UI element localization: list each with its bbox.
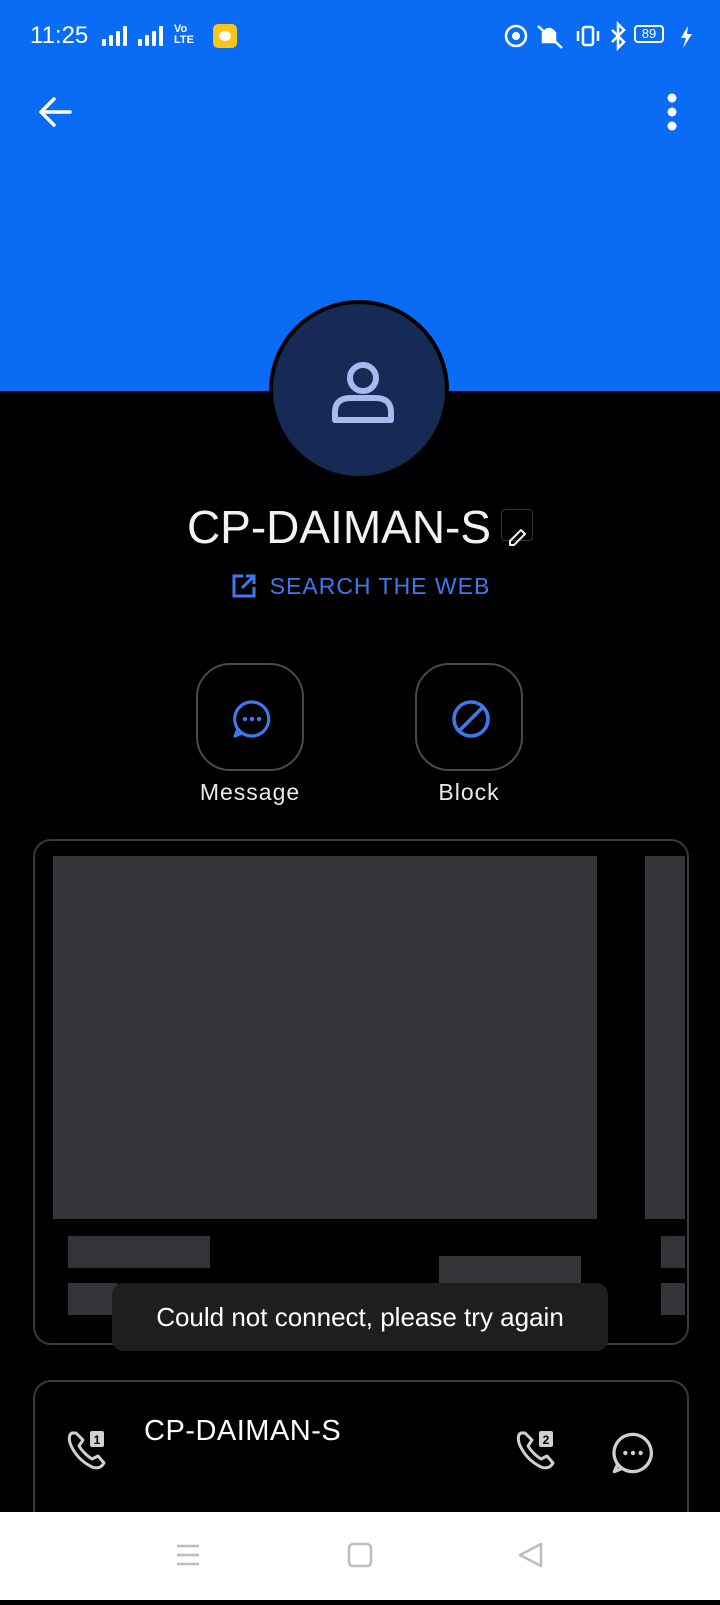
call-sim1-icon[interactable]: 1	[64, 1425, 112, 1473]
message-label: Message	[199, 779, 301, 805]
message-icon	[233, 700, 271, 738]
vibrate-icon	[576, 25, 600, 47]
status-icons	[504, 20, 692, 52]
back-nav-icon	[518, 1542, 543, 1568]
loading-card	[33, 839, 689, 1345]
message-button[interactable]: Message	[194, 663, 306, 806]
block-label: Block	[438, 779, 500, 805]
arrow-left-icon	[39, 97, 72, 127]
svg-text:2: 2	[543, 1433, 550, 1447]
person-icon	[332, 362, 394, 423]
status-bar: 11:25 Vo LTE 89	[0, 0, 720, 72]
block-icon	[452, 700, 490, 738]
svg-text:1: 1	[94, 1433, 101, 1447]
message-icon[interactable]	[610, 1430, 656, 1476]
contact-name: CP-DAIMAN-S	[186, 501, 492, 553]
placeholder-text	[661, 1236, 685, 1268]
call-sim2-icon[interactable]: 2	[513, 1425, 561, 1473]
system-navigation-bar	[0, 1512, 720, 1600]
back-button[interactable]	[30, 88, 82, 140]
bluetooth-icon	[611, 20, 626, 52]
block-button-circle[interactable]	[415, 663, 523, 771]
more-options-button[interactable]	[648, 88, 696, 140]
battery-icon: 89	[634, 25, 664, 43]
open-external-icon	[232, 574, 256, 598]
phone-number-card[interactable]	[33, 1380, 689, 1520]
placeholder-image	[645, 856, 685, 1219]
placeholder-text	[661, 1283, 685, 1315]
placeholder-text	[68, 1236, 210, 1268]
placeholder-text	[68, 1283, 118, 1315]
more-vertical-icon	[667, 93, 677, 131]
block-button[interactable]: Block	[413, 663, 525, 806]
search-the-web-link[interactable]: SEARCH THE WEB	[0, 572, 720, 606]
mute-icon	[537, 25, 563, 49]
charging-icon	[681, 26, 692, 48]
recent-apps-icon	[177, 1544, 199, 1566]
search-the-web-label: SEARCH THE WEB	[269, 572, 491, 599]
message-button-circle[interactable]	[196, 663, 304, 771]
contact-name-row: CP-DAIMAN-S	[0, 500, 720, 554]
placeholder-image	[53, 856, 597, 1219]
home-icon	[347, 1542, 373, 1568]
edit-icon[interactable]	[501, 509, 534, 546]
toast-message: Could not connect, please try again	[112, 1283, 608, 1351]
number-card-name: CP-DAIMAN-S	[144, 1415, 342, 1447]
avatar[interactable]	[269, 300, 449, 480]
